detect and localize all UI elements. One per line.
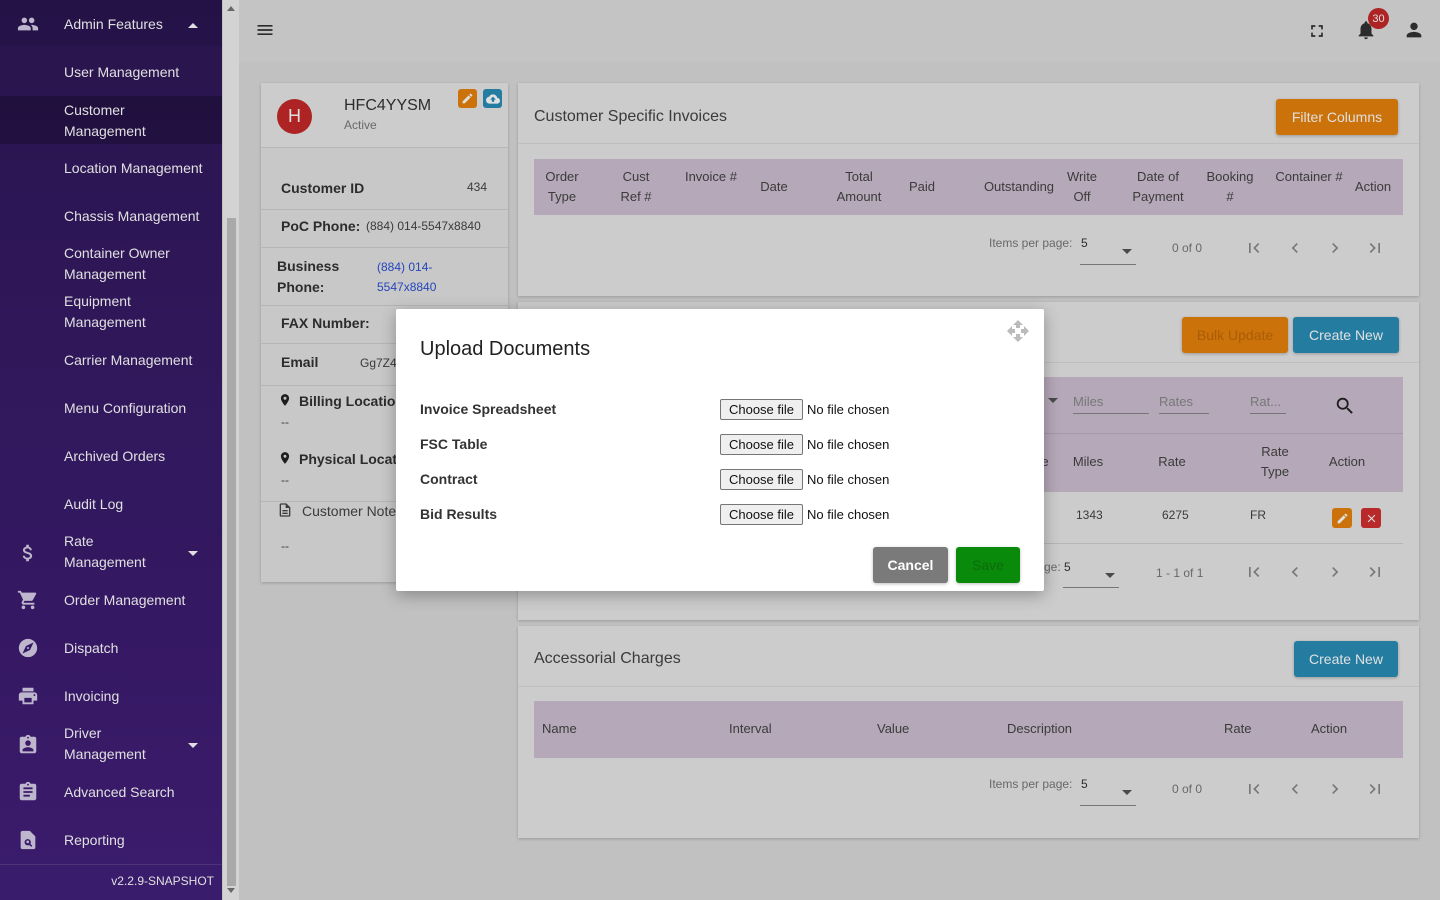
upload-documents-dialog: Upload Documents Invoice Spreadsheet Cho… [396,309,1044,591]
drag-handle-icon[interactable] [1006,319,1030,346]
contract-label: Contract [420,471,478,487]
invoice-spreadsheet-file-status: No file chosen [807,402,890,417]
fsc-table-label: FSC Table [420,436,488,452]
bid-results-file-button[interactable]: Choose file [720,504,803,525]
save-button[interactable]: Save [956,547,1020,583]
contract-file-status: No file chosen [807,472,890,487]
fsc-table-file-status: No file chosen [807,437,890,452]
cancel-button[interactable]: Cancel [873,547,948,583]
invoice-spreadsheet-label: Invoice Spreadsheet [420,401,557,417]
contract-file-button[interactable]: Choose file [720,469,803,490]
dialog-title: Upload Documents [420,338,591,360]
bid-results-file-status: No file chosen [807,507,890,522]
fsc-table-file-button[interactable]: Choose file [720,434,803,455]
bid-results-label: Bid Results [420,506,498,522]
invoice-spreadsheet-file-button[interactable]: Choose file [720,399,803,420]
